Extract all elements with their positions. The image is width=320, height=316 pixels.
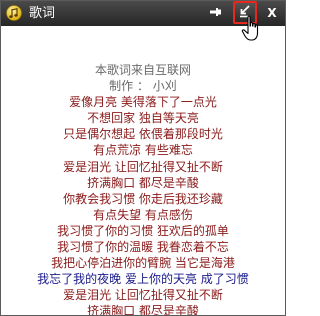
- close-button[interactable]: X: [261, 3, 283, 23]
- pin-button[interactable]: [205, 3, 227, 23]
- lyric-line: 制作 ： 小刈: [109, 79, 177, 94]
- music-note-icon: [6, 5, 22, 21]
- lyric-line: 有点失望 有点感伤: [93, 207, 193, 222]
- lyric-line: 本歌词来自互联网: [94, 63, 191, 77]
- lyric-line: 我忘了我的夜晚 爱上你的天亮 成了习惯: [37, 272, 249, 287]
- lyric-line: 爱像月亮 美得落下了一点光: [69, 95, 217, 110]
- title-bar[interactable]: 歌词 X: [1, 1, 285, 26]
- dock-arrow-icon: [238, 3, 252, 22]
- lyric-line: 爱是泪光 让回忆扯得又扯不断: [63, 288, 223, 303]
- lyric-line: 爱是泪光 让回忆扯得又扯不断: [63, 159, 223, 174]
- lyric-line: 挤满胸口 都尽是辛酸: [87, 175, 199, 190]
- lyric-line: 有点荒凉 有些难忘: [93, 143, 193, 158]
- pin-icon: [209, 4, 223, 23]
- lyric-line: 我把心停泊进你的臂腕 当它是海港: [51, 256, 235, 271]
- close-icon: X: [267, 6, 277, 20]
- lyrics-window: 歌词 X 本歌词来自互联网 制作 ： 小刈 爱像月亮 美得落下了一点光 不想回家…: [0, 0, 286, 316]
- lyrics-panel[interactable]: 本歌词来自互联网 制作 ： 小刈 爱像月亮 美得落下了一点光 不想回家 独自等天亮 只是…: [1, 62, 285, 315]
- lyric-line: 你教会我习惯 你走后我还珍藏: [63, 191, 223, 206]
- window-title: 歌词: [29, 6, 56, 21]
- lyric-line: 只是偶尔想起 依偎着那段时光: [63, 127, 223, 142]
- lyric-line: 挤满胸口 都尽是辛酸: [87, 304, 199, 316]
- lyric-line: 我习惯了你的温暖 我眷恋着不忘: [57, 240, 229, 255]
- dock-button[interactable]: [233, 1, 257, 24]
- lyric-line: 我习惯了你的习惯 狂欢后的孤单: [57, 223, 229, 238]
- lyric-line: 不想回家 独自等天亮: [87, 111, 199, 126]
